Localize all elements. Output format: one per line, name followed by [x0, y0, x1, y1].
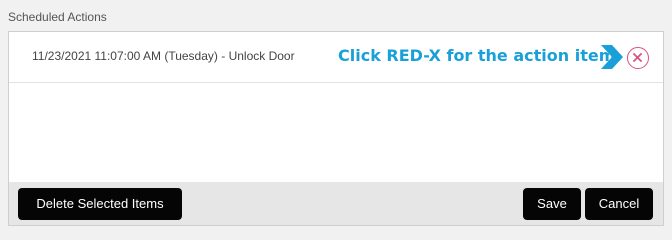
section-title: Scheduled Actions — [8, 10, 107, 24]
cancel-button[interactable]: Cancel — [585, 188, 653, 220]
save-button[interactable]: Save — [523, 188, 581, 220]
instruction-annotation: Click RED-X for the action item. — [338, 46, 622, 65]
scheduled-actions-panel: 11/23/2021 11:07:00 AM (Tuesday) - Unloc… — [8, 31, 664, 226]
arrow-right-icon — [601, 45, 623, 69]
remove-action-button[interactable] — [627, 47, 649, 69]
delete-selected-button[interactable]: Delete Selected Items — [18, 188, 182, 220]
close-icon — [633, 53, 642, 62]
action-item-text: 11/23/2021 11:07:00 AM (Tuesday) - Unloc… — [32, 49, 295, 63]
list-item[interactable]: 11/23/2021 11:07:00 AM (Tuesday) - Unloc… — [9, 32, 663, 83]
panel-footer: Delete Selected Items Save Cancel — [9, 182, 663, 225]
